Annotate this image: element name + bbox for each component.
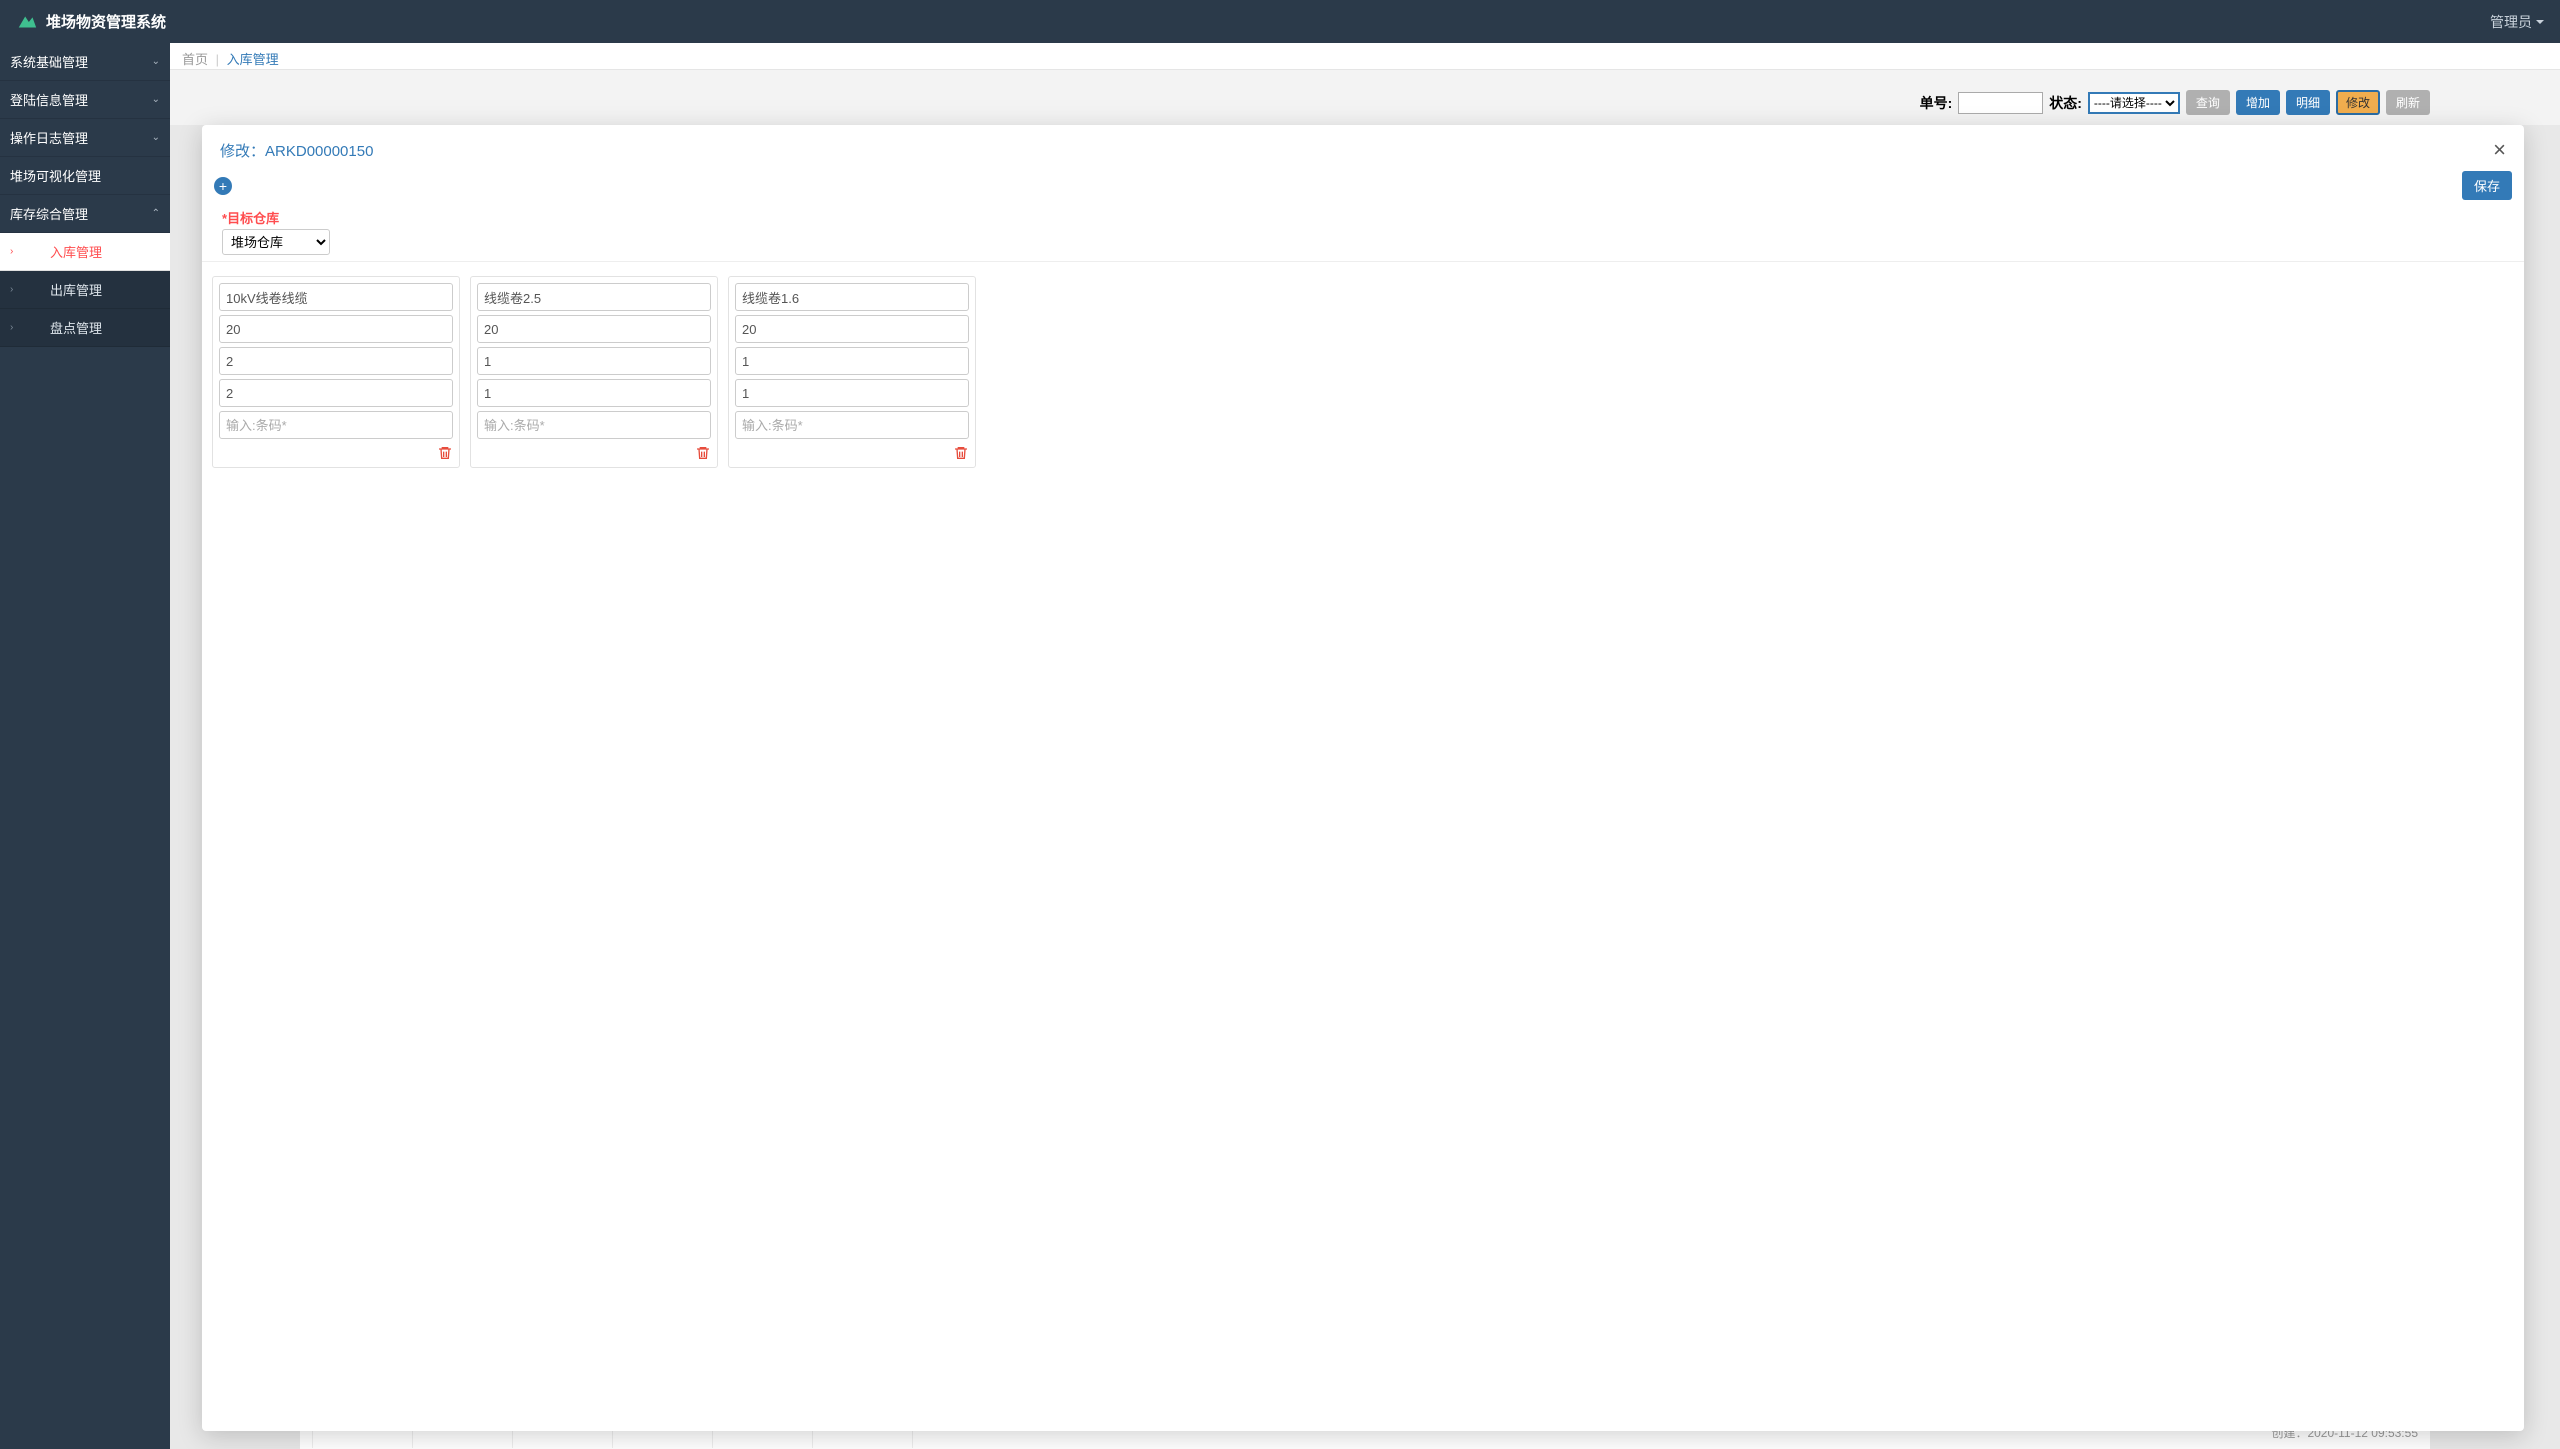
submenu-label: 出库管理 [50,280,102,299]
logo-icon [16,11,38,33]
save-button[interactable]: 保存 [2462,171,2512,200]
chevron-down-icon: ⌄ [152,132,160,143]
chevron-up-icon: ⌃ [152,208,160,219]
chevron-right-icon: › [10,322,22,333]
navbar-brand: 堆场物资管理系统 [16,11,166,33]
target-warehouse-section: *目标仓库 堆场仓库 [202,208,2524,262]
menu-inventory[interactable]: 库存综合管理 ⌃ [0,195,170,233]
item-f3-input[interactable] [219,347,453,375]
filter-bar: 单号: 状态: ----请选择---- 查询 增加 明细 修改 刷新 [170,69,2560,125]
modal-title: 修改：ARKD00000150 [220,140,373,161]
breadcrumb-home[interactable]: 首页 [182,52,208,67]
sidebar: 系统基础管理 ⌄ 登陆信息管理 ⌄ 操作日志管理 ⌄ 堆场可视化管理 库存综合管… [0,43,170,1449]
trash-icon[interactable] [953,445,969,461]
main-content: 首页 | 入库管理 单号: 状态: ----请选择---- 查询 增加 明细 修… [170,43,2560,1449]
modal-header: 修改：ARKD00000150 × [202,125,2524,171]
item-card [728,276,976,468]
menu-visualization[interactable]: 堆场可视化管理 [0,157,170,195]
search-button[interactable]: 查询 [2186,90,2230,115]
add-row-button[interactable]: + [214,177,232,195]
app-title: 堆场物资管理系统 [46,11,166,32]
submenu-inventory-check[interactable]: › 盘点管理 [0,309,170,347]
trash-icon[interactable] [695,445,711,461]
submenu-inbound[interactable]: › 入库管理 [0,233,170,271]
item-f4-input[interactable] [735,379,969,407]
chevron-right-icon: › [10,246,22,257]
item-qty-input[interactable] [735,315,969,343]
chevron-right-icon: › [10,284,22,295]
menu-label: 堆场可视化管理 [10,166,101,185]
edit-button[interactable]: 修改 [2336,90,2380,115]
chevron-down-icon: ⌄ [152,56,160,67]
edit-modal: 修改：ARKD00000150 × + 保存 *目标仓库 堆场仓库 [202,125,2524,1431]
item-barcode-input[interactable] [477,411,711,439]
detail-button[interactable]: 明细 [2286,90,2330,115]
menu-label: 操作日志管理 [10,128,88,147]
item-cards [202,262,2524,1431]
add-button[interactable]: 增加 [2236,90,2280,115]
item-card [470,276,718,468]
menu-label: 库存综合管理 [10,204,88,223]
submenu-label: 盘点管理 [50,318,102,337]
breadcrumb-current: 入库管理 [227,52,279,67]
status-label: 状态: [2049,93,2082,113]
menu-label: 登陆信息管理 [10,90,88,109]
item-f4-input[interactable] [219,379,453,407]
submenu-outbound[interactable]: › 出库管理 [0,271,170,309]
menu-system[interactable]: 系统基础管理 ⌄ [0,43,170,81]
item-barcode-input[interactable] [735,411,969,439]
item-name-input[interactable] [477,283,711,311]
refresh-button[interactable]: 刷新 [2386,90,2430,115]
item-qty-input[interactable] [477,315,711,343]
order-input[interactable] [1958,92,2043,114]
item-card [212,276,460,468]
item-name-input[interactable] [735,283,969,311]
menu-login-info[interactable]: 登陆信息管理 ⌄ [0,81,170,119]
status-select[interactable]: ----请选择---- [2088,92,2180,114]
caret-down-icon [2536,20,2544,24]
top-navbar: 堆场物资管理系统 管理员 [0,0,2560,43]
item-qty-input[interactable] [219,315,453,343]
chevron-down-icon: ⌄ [152,94,160,105]
item-barcode-input[interactable] [219,411,453,439]
target-label: *目标仓库 [222,208,2504,227]
submenu-label: 入库管理 [50,242,102,261]
modal-toolbar: + 保存 [202,171,2524,208]
item-f3-input[interactable] [735,347,969,375]
user-menu[interactable]: 管理员 [2490,12,2544,32]
menu-label: 系统基础管理 [10,52,88,71]
target-warehouse-select[interactable]: 堆场仓库 [222,229,330,255]
user-label: 管理员 [2490,12,2532,32]
breadcrumb-separator: | [216,52,219,67]
order-label: 单号: [1920,93,1953,113]
trash-icon[interactable] [437,445,453,461]
item-f4-input[interactable] [477,379,711,407]
close-icon[interactable]: × [2493,139,2506,161]
item-f3-input[interactable] [477,347,711,375]
menu-logs[interactable]: 操作日志管理 ⌄ [0,119,170,157]
item-name-input[interactable] [219,283,453,311]
